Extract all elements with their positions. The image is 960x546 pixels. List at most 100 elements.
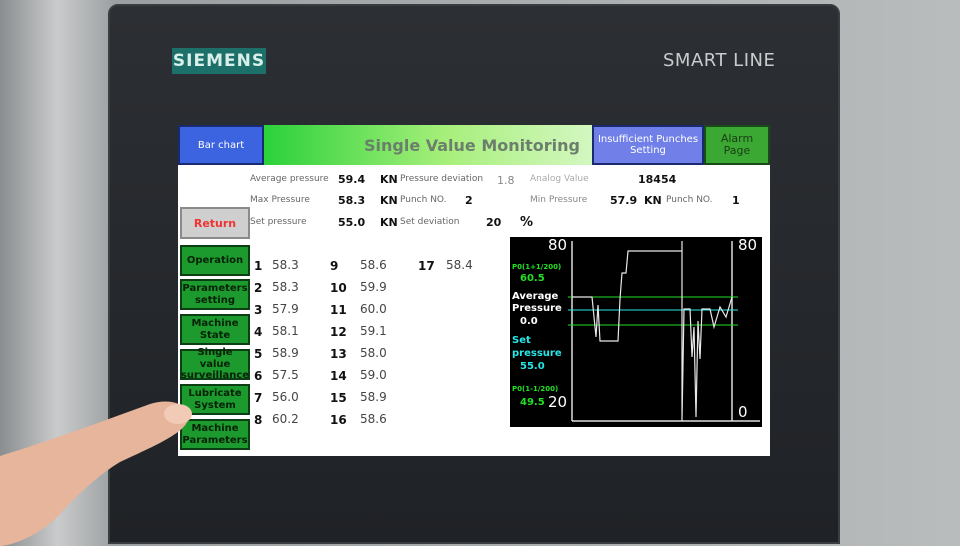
alarm-label-line1: Alarm — [720, 131, 754, 145]
single-value-surveillance-button[interactable]: Single value surveillance — [180, 347, 250, 382]
machine-parameters-label-1: Machine — [191, 423, 239, 434]
machine-parameters-button[interactable]: Machine Parameters — [180, 419, 250, 450]
machine-state-label-2: State — [199, 329, 231, 341]
set-pressure-chart-label-2: pressure — [512, 348, 562, 359]
punch-no-2-label: Punch NO. — [666, 195, 713, 205]
y-max-left-label: 80 — [548, 237, 568, 254]
operation-button[interactable]: Operation — [180, 245, 250, 276]
punch-value: 58.6 — [360, 412, 387, 426]
page-title-text: Single Value Monitoring — [363, 135, 580, 155]
min-pressure-label: Min Pressure — [530, 195, 588, 205]
single-value-label-2: surveillance — [180, 370, 250, 382]
punch-value: 58.6 — [360, 258, 387, 272]
punch-number: 6 — [254, 369, 263, 383]
upper-limit-value: 60.5 — [520, 273, 545, 284]
parameters-setting-button[interactable]: Parameters setting — [180, 279, 250, 310]
average-pressure-chart-value: 0.0 — [520, 316, 538, 327]
set-pressure-unit: KN — [380, 216, 398, 229]
max-pressure-value: 58.3 — [338, 194, 366, 207]
max-pressure-label: Max Pressure — [250, 195, 310, 205]
set-pressure-chart-value: 55.0 — [520, 361, 545, 372]
punch-value: 58.1 — [272, 324, 299, 338]
min-pressure-value: 57.9 — [610, 194, 638, 207]
bar-chart-button[interactable]: Bar chart — [178, 125, 264, 165]
punch-number: 11 — [330, 303, 347, 317]
punch-no-value: 2 — [465, 194, 473, 207]
set-deviation-unit: % — [520, 215, 534, 230]
alarm-label-line2: Page — [723, 144, 751, 157]
punch-value: 58.9 — [272, 346, 299, 360]
punch-value: 56.0 — [272, 390, 299, 404]
machine-state-label-1: Machine — [191, 318, 239, 329]
punch-value: 60.2 — [272, 412, 299, 426]
punch-number: 13 — [330, 347, 347, 361]
y-min-left-label: 20 — [548, 393, 568, 411]
set-pressure-chart-label-1: Set — [512, 335, 531, 346]
punch-number: 10 — [330, 281, 347, 295]
machine-state-button[interactable]: Machine State — [180, 314, 250, 345]
punch-value: 58.0 — [360, 346, 387, 360]
parameters-setting-label-1: Parameters — [182, 283, 248, 294]
return-button[interactable]: Return — [180, 207, 250, 239]
insufficient-label-line2: Setting — [630, 145, 666, 156]
single-value-label-1: Single value — [197, 347, 233, 370]
model-label: SMART LINE — [663, 50, 776, 71]
pressure-trend-chart: 80 20 80 0 P0(1+1/200) 60.5 Average Pres… — [510, 237, 762, 427]
avg-pressure-unit: KN — [380, 173, 398, 186]
y-max-right-label: 80 — [738, 237, 758, 254]
insufficient-punches-button[interactable]: Insufficient Punches Setting — [592, 125, 704, 165]
punch-no-2-value: 1 — [732, 194, 740, 207]
punch-number: 3 — [254, 303, 263, 317]
set-pressure-label: Set pressure — [250, 217, 307, 227]
punch-number: 5 — [254, 347, 263, 361]
hmi-screen: Bar chart Single Value Monitoring Insuff… — [178, 125, 770, 456]
punch-number: 17 — [418, 259, 435, 273]
avg-pressure-label: Average pressure — [250, 174, 329, 184]
set-deviation-value: 20 — [486, 216, 502, 229]
punch-number: 15 — [330, 391, 347, 405]
punch-value: 58.4 — [446, 258, 473, 272]
lower-limit-label: P0(1-1/200) — [512, 385, 559, 393]
set-pressure-value: 55.0 — [338, 216, 366, 229]
alarm-page-button[interactable]: Alarm Page — [704, 125, 770, 165]
punch-value: 57.9 — [272, 302, 299, 316]
y-min-right-label: 0 — [738, 403, 748, 421]
machine-parameters-label-2: Parameters — [182, 434, 248, 446]
brand-logo: SIEMENS — [172, 48, 266, 74]
upper-limit-label: P0(1+1/200) — [512, 263, 562, 271]
punch-number: 12 — [330, 325, 347, 339]
average-pressure-label-2: Pressure — [512, 303, 562, 314]
punch-value: 59.9 — [360, 280, 387, 294]
punch-number: 2 — [254, 281, 263, 295]
punch-value: 58.3 — [272, 258, 299, 272]
punch-value: 57.5 — [272, 368, 299, 382]
punch-number: 9 — [330, 259, 339, 273]
punch-no-label: Punch NO. — [400, 195, 447, 205]
page-title: Single Value Monitoring — [264, 125, 592, 165]
punch-value: 58.9 — [360, 390, 387, 404]
punch-value: 58.3 — [272, 280, 299, 294]
average-pressure-label-1: Average — [512, 291, 559, 302]
punch-number: 7 — [254, 391, 263, 405]
set-deviation-label: Set deviation — [400, 217, 460, 227]
punch-number: 8 — [254, 413, 263, 427]
punch-number: 4 — [254, 325, 263, 339]
punch-value: 59.1 — [360, 324, 387, 338]
pressure-deviation-label: Pressure deviation — [400, 174, 484, 184]
punch-number: 1 — [254, 259, 263, 273]
lubricate-system-button[interactable]: Lubricate System — [180, 384, 250, 415]
insufficient-label-line1: Insufficient Punches — [597, 134, 699, 145]
pressure-trace — [572, 241, 733, 422]
max-pressure-unit: KN — [380, 194, 398, 207]
punch-number: 14 — [330, 369, 347, 383]
min-pressure-unit: KN — [644, 194, 662, 207]
pressure-deviation-value: 1.8 — [497, 174, 515, 187]
avg-pressure-value: 59.4 — [338, 173, 366, 186]
analog-value-label: Analog Value — [530, 174, 589, 184]
punch-value: 59.0 — [360, 368, 387, 382]
parameters-setting-label-2: setting — [194, 294, 235, 306]
punch-value: 60.0 — [360, 302, 387, 316]
punch-number: 16 — [330, 413, 347, 427]
analog-value: 18454 — [638, 173, 677, 186]
lubricate-label-2: System — [194, 399, 236, 411]
